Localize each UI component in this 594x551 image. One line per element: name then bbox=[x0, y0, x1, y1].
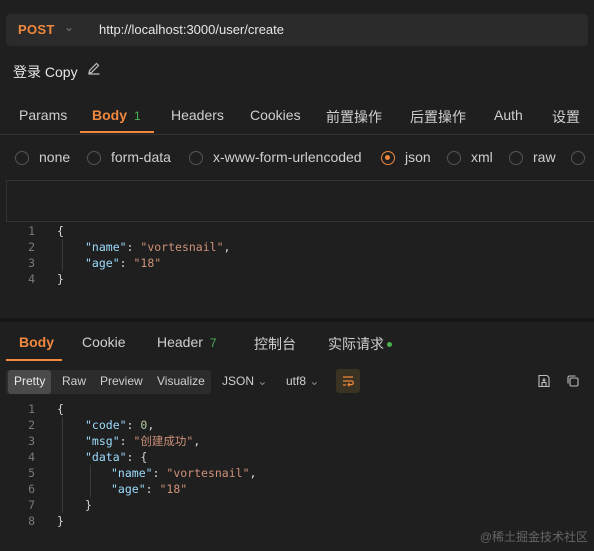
radio-label: none bbox=[39, 149, 71, 165]
watermark: @稀土掘金技术社区 bbox=[479, 530, 588, 544]
tab-body-label: Body bbox=[92, 107, 127, 123]
code-line: "age": "18" bbox=[85, 256, 162, 270]
chevron-down-icon: ⌄ bbox=[309, 374, 320, 388]
radio-json[interactable]: json bbox=[381, 149, 431, 167]
editor-toolbar bbox=[6, 180, 594, 222]
tab-header-label: Header bbox=[157, 334, 203, 350]
tab-response-header[interactable]: Header 7 bbox=[157, 334, 217, 350]
divider bbox=[0, 134, 594, 135]
line-number: 1 bbox=[28, 224, 35, 238]
tab-headers[interactable]: Headers bbox=[171, 107, 224, 123]
line-number: 7 bbox=[28, 498, 35, 512]
radio-circle-icon bbox=[571, 151, 585, 165]
radio-raw[interactable]: raw bbox=[509, 149, 556, 167]
line-number: 3 bbox=[28, 256, 35, 270]
code-line: "data": { bbox=[85, 450, 148, 464]
indent-guide bbox=[90, 465, 91, 497]
line-number: 4 bbox=[28, 450, 35, 464]
line-number: 2 bbox=[28, 418, 35, 432]
status-dot-icon bbox=[387, 342, 392, 347]
radio-circle-icon bbox=[509, 151, 523, 165]
indent-guide bbox=[62, 417, 63, 513]
code-line: "name": "vortesnail", bbox=[85, 240, 231, 254]
chevron-down-icon: ⌄ bbox=[257, 374, 268, 388]
header-count-badge: 7 bbox=[209, 336, 217, 350]
copy-icon[interactable] bbox=[565, 373, 581, 389]
line-number: 3 bbox=[28, 434, 35, 448]
tab-actual-request[interactable]: 实际请求 bbox=[328, 334, 392, 354]
radio-none[interactable]: none bbox=[15, 149, 70, 167]
radio-label: raw bbox=[533, 149, 556, 165]
code-line: { bbox=[57, 402, 64, 416]
word-wrap-button[interactable] bbox=[336, 369, 360, 393]
response-body-viewer[interactable]: 1 2 3 4 5 6 7 8 { "code": 0, "msg": "创建成… bbox=[0, 401, 594, 536]
code-line: { bbox=[57, 224, 64, 238]
radio-label: xml bbox=[471, 149, 493, 165]
tab-console[interactable]: 控制台 bbox=[254, 334, 296, 354]
line-number: 2 bbox=[28, 240, 35, 254]
radio-label: form-data bbox=[111, 149, 171, 165]
tab-response-body[interactable]: Body bbox=[19, 334, 54, 350]
request-tabs: Params Body 1 Headers Cookies 前置操作 后置操作 A… bbox=[0, 98, 594, 134]
line-number: 5 bbox=[28, 466, 35, 480]
edit-icon[interactable] bbox=[86, 60, 102, 76]
radio-x-www-form-urlencoded[interactable]: x-www-form-urlencoded bbox=[189, 149, 362, 167]
view-preview-button[interactable]: Preview bbox=[100, 374, 143, 388]
tab-auth[interactable]: Auth bbox=[494, 107, 523, 123]
tab-cookies[interactable]: Cookies bbox=[250, 107, 301, 123]
code-line: "name": "vortesnail", bbox=[111, 466, 257, 480]
radio-more[interactable] bbox=[571, 149, 594, 167]
code-line: "age": "18" bbox=[111, 482, 188, 496]
code-line: } bbox=[85, 498, 92, 512]
radio-circle-icon bbox=[87, 151, 101, 165]
tab-post-operations[interactable]: 后置操作 bbox=[410, 107, 466, 127]
radio-xml[interactable]: xml bbox=[447, 149, 493, 167]
tab-body[interactable]: Body 1 bbox=[92, 107, 141, 123]
view-pretty-button[interactable]: Pretty bbox=[8, 370, 52, 394]
format-select-value: JSON bbox=[222, 374, 255, 388]
format-select[interactable]: JSON ⌄ bbox=[222, 374, 267, 388]
radio-circle-icon bbox=[447, 151, 461, 165]
code-line: } bbox=[57, 272, 64, 286]
line-number: 1 bbox=[28, 402, 35, 416]
radio-label: json bbox=[405, 149, 431, 165]
radio-circle-icon bbox=[15, 151, 29, 165]
code-line: "code": 0, bbox=[85, 418, 155, 432]
view-visualize-button[interactable]: Visualize bbox=[157, 374, 205, 388]
request-title[interactable]: 登录 Copy bbox=[13, 62, 78, 82]
chevron-down-icon[interactable]: ⌄ bbox=[64, 20, 74, 34]
active-tab-indicator bbox=[6, 359, 62, 361]
code-line: "msg": "创建成功", bbox=[85, 434, 201, 448]
tab-settings[interactable]: 设置 bbox=[552, 107, 580, 127]
url-bar: POST ⌄ http://localhost:3000/user/create bbox=[6, 14, 588, 46]
view-raw-button[interactable]: Raw bbox=[62, 374, 86, 388]
line-number: 6 bbox=[28, 482, 35, 496]
code-line: } bbox=[57, 514, 64, 528]
wrap-icon bbox=[343, 376, 354, 387]
url-input[interactable]: http://localhost:3000/user/create bbox=[99, 22, 284, 37]
indent-guide bbox=[62, 239, 63, 271]
radio-selected-icon bbox=[381, 151, 395, 165]
radio-label: x-www-form-urlencoded bbox=[213, 149, 362, 165]
tab-actual-request-label: 实际请求 bbox=[328, 336, 384, 352]
encoding-select[interactable]: utf8 ⌄ bbox=[286, 374, 319, 388]
body-count-badge: 1 bbox=[134, 109, 141, 123]
panel-divider[interactable] bbox=[0, 318, 594, 322]
request-body-editor[interactable]: 1 2 3 4 { "name": "vortesnail", "age": "… bbox=[0, 222, 594, 316]
tab-pre-operations[interactable]: 前置操作 bbox=[326, 107, 382, 127]
view-mode-group: Pretty Raw Preview Visualize bbox=[6, 370, 211, 394]
line-number: 8 bbox=[28, 514, 35, 528]
tab-response-cookie[interactable]: Cookie bbox=[82, 334, 126, 350]
method-select[interactable]: POST bbox=[18, 22, 55, 37]
radio-circle-icon bbox=[189, 151, 203, 165]
radio-form-data[interactable]: form-data bbox=[87, 149, 171, 167]
encoding-select-value: utf8 bbox=[286, 374, 307, 388]
save-icon[interactable] bbox=[536, 373, 552, 389]
line-number: 4 bbox=[28, 272, 35, 286]
active-tab-indicator bbox=[80, 131, 154, 133]
tab-params[interactable]: Params bbox=[19, 107, 67, 123]
